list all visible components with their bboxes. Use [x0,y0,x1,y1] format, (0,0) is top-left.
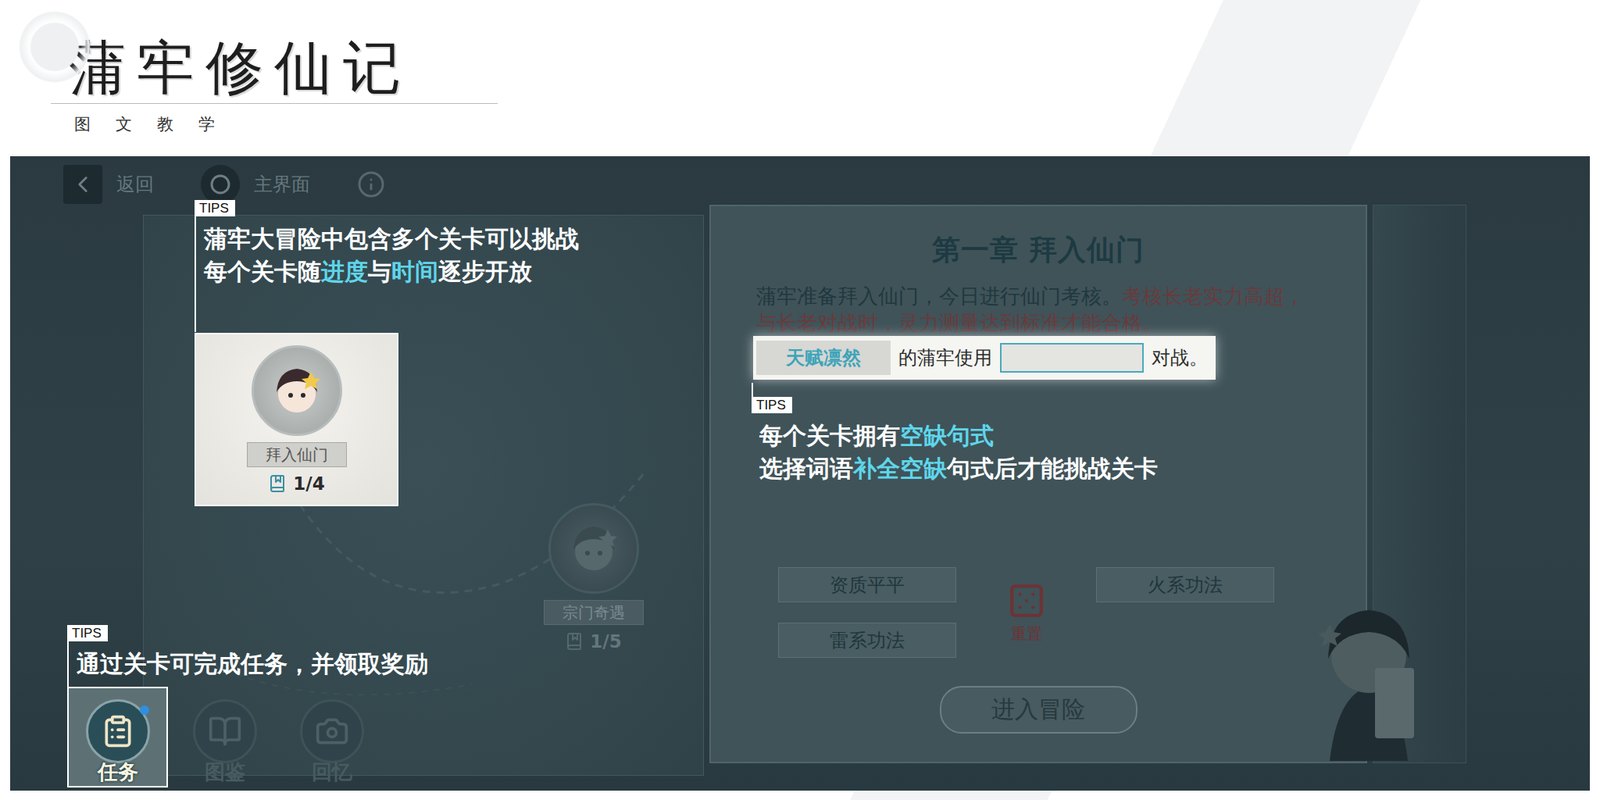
tip-body: 蒲牢大冒险中包含多个关卡可以挑战每个关卡随进度与时间逐步开放 [194,216,579,333]
slide-header: 蒲牢修仙记图文教学 [0,0,1600,157]
level-node[interactable]: 拜入仙门 1/4 [194,332,399,507]
tip-line: 选择词语补全空缺句式后才能挑战关卡 [759,452,1158,486]
level-progress: 1/5 [564,631,622,652]
tip-text: 逐步开放 [438,257,533,286]
blank-slot[interactable] [1000,342,1144,373]
nav-label: 任务 [97,758,139,786]
clipboard-icon [100,714,136,749]
slide-title: 蒲牢修仙记 [67,34,498,100]
book-icon [267,474,287,493]
word-option[interactable]: 火系功法 [1096,567,1275,603]
chapter-title: 第一章 拜入仙门 [932,231,1146,269]
tip-body: 每个关卡拥有空缺句式选择词语补全空缺句式后才能挑战关卡 [751,413,1158,486]
word-options: 重置 资质平平 火系功法雷系功法 [778,567,1275,658]
reset-button[interactable]: 重置 [956,567,1097,658]
sentence-text: 对战。 [1151,345,1208,371]
tip-callout: TIPS蒲牢大冒险中包含多个关卡可以挑战每个关卡随进度与时间逐步开放 [194,200,579,333]
chapter-description: 蒲牢准备拜入仙门，今日进行仙门考核。考核长老实力高超，与长老对战时，灵力测量达到… [753,282,1324,336]
level-name: 宗门奇遇 [543,600,644,625]
nav-item[interactable]: 任务 [67,686,168,788]
tip-line: 每个关卡拥有空缺句式 [759,419,1158,453]
chapter-page: 第一章 拜入仙门蒲牢准备拜入仙门，今日进行仙门考核。考核长老实力高超，与长老对战… [709,204,1368,764]
blank-sentence: 天赋凛然的蒲牢使用 对战。 [753,335,1216,380]
title-block: 蒲牢修仙记 [50,34,498,104]
word-option[interactable]: 雷系功法 [778,622,957,658]
level-progress: 1/4 [267,473,325,494]
tip-highlight: 补全空缺 [853,454,947,483]
notification-dot [139,705,150,715]
nav-item[interactable]: 回忆 [281,686,383,788]
reset-label: 重置 [1010,623,1043,645]
character-illustration-icon [1306,592,1432,761]
trait-tag: 天赋凛然 [756,340,891,375]
back-button[interactable] [63,164,103,204]
progress-count: 1/5 [589,631,622,652]
level-portrait [548,503,640,594]
level-name: 拜入仙门 [246,442,347,468]
tip-label: TIPS [67,625,108,642]
book-icon [564,632,584,651]
description-text: 蒲牢准备拜入仙门，今日进行仙门考核。 [756,284,1122,308]
tip-highlight: 进度 [321,257,368,286]
tip-line: 通过关卡可完成任务，并领取奖励 [76,647,429,681]
book: 拜入仙门 1/4 宗门奇遇 1/5 第一章 拜入仙门蒲牢准备拜入仙门，今日进行仙门考核。… [10,204,1590,776]
dice-icon [1007,581,1047,621]
nav-label: 回忆 [311,758,353,786]
character-portrait-icon [264,357,330,424]
level-node[interactable]: 宗门奇遇 1/5 [491,490,696,665]
watermark-logo [0,0,94,118]
tip-callout: TIPS每个关卡拥有空缺句式选择词语补全空缺句式后才能挑战关卡 [751,382,1158,486]
tip-connector [751,382,754,397]
chevron-left-icon [69,171,97,198]
home-label[interactable]: 主界面 [253,171,311,197]
sentence-text: 的蒲牢使用 [898,345,993,371]
camera-icon [314,714,350,749]
tip-text: 与 [367,257,392,286]
info-icon[interactable] [357,170,386,199]
tip-highlight: 空缺句式 [900,421,994,450]
tip-text: 每个关卡随 [203,257,322,286]
nav-icon-circle [300,699,365,764]
character-portrait-icon [560,515,627,582]
tutorial-slide: 蒲牢修仙记图文教学返回 主界面拜入仙门 1/4 宗门奇遇 1/5 第一章 拜入仙门蒲牢准备… [0,0,1600,800]
home-button[interactable] [200,164,240,204]
nav-item[interactable]: 图鉴 [174,686,275,788]
tip-text: 通过关卡可完成任务，并领取奖励 [76,650,429,678]
nav-icon-circle [192,699,258,764]
nav-label: 图鉴 [204,758,246,786]
word-option[interactable]: 资质平平 [778,567,957,603]
level-portrait [251,345,343,436]
game-screenshot: 返回 主界面拜入仙门 1/4 宗门奇遇 1/5 第一章 拜入仙门蒲牢准备拜入仙门，今日进行… [10,156,1590,791]
tip-line: 每个关卡随进度与时间逐步开放 [203,255,579,289]
level-map-page: 拜入仙门 1/4 宗门奇遇 1/5 [142,214,704,776]
tip-line: 蒲牢大冒险中包含多个关卡可以挑战 [203,222,579,256]
circle-icon [208,172,233,197]
tip-body: 通过关卡可完成任务，并领取奖励 [67,641,429,687]
bottom-nav: 任务 图鉴 回忆 [67,686,383,788]
book-icon [207,714,243,749]
top-bar: 返回 主界面 [10,156,1590,205]
tip-text: 每个关卡拥有 [759,421,900,450]
progress-count: 1/4 [292,473,325,494]
back-label[interactable]: 返回 [116,171,154,197]
tip-label: TIPS [751,396,793,414]
tip-callout: TIPS 通过关卡可完成任务，并领取奖励 [67,625,429,687]
start-adventure-button[interactable]: 进入冒险 [939,685,1138,734]
tip-text: 选择词语 [759,454,854,483]
tip-label: TIPS [194,200,236,217]
tip-highlight: 时间 [391,257,439,286]
tip-text: 蒲牢大冒险中包含多个关卡可以挑战 [203,225,579,253]
slide-subtitle: 图文教学 [74,113,1600,136]
tip-text: 句式后才能挑战关卡 [946,454,1158,483]
